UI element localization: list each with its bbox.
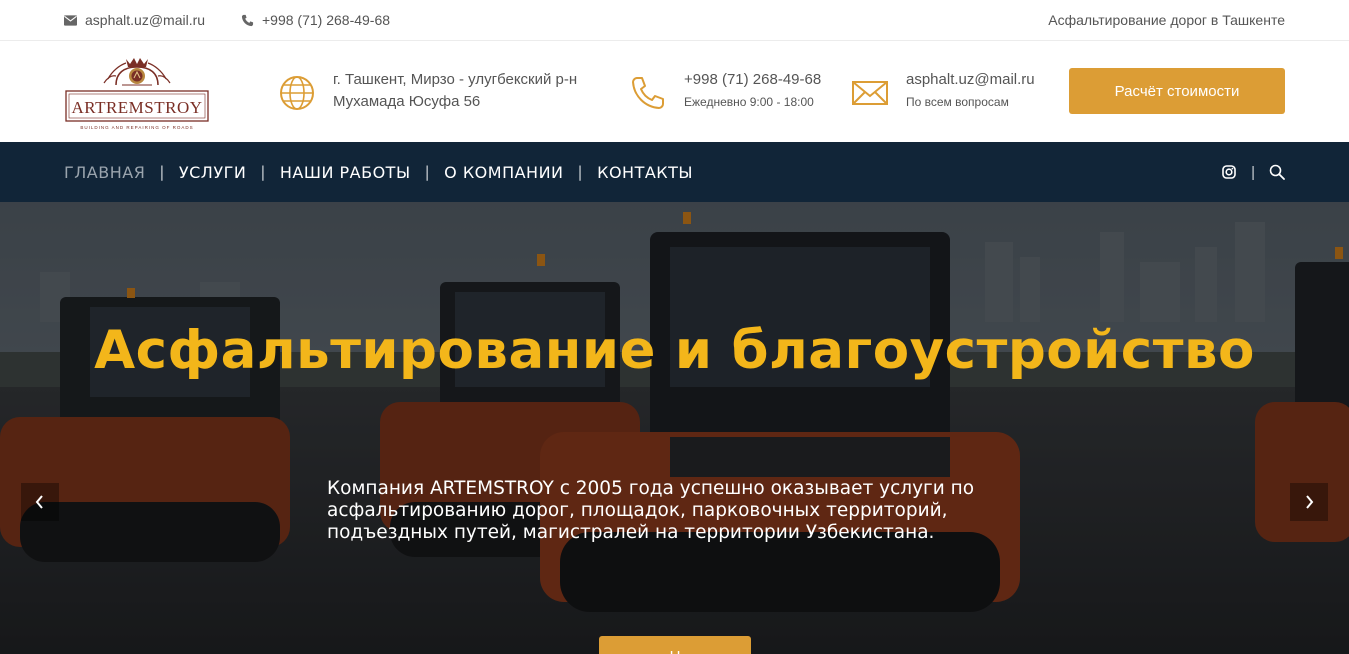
hero-slider: Асфальтирование и благоустройство Компан… xyxy=(0,202,1349,654)
site-logo[interactable]: ARTREMSTROY BUILDING AND REPAIRING OF RO… xyxy=(64,55,210,131)
envelope-icon xyxy=(64,14,77,26)
topbar-phone[interactable]: +998 (71) 268-49-68 xyxy=(241,12,390,28)
hero-description: Компания ARTEMSTROY с 2005 года успешно … xyxy=(327,478,975,543)
nav-item-home[interactable]: ГЛАВНАЯ xyxy=(64,163,145,182)
nav-separator: | xyxy=(260,163,266,181)
topbar-email-text: asphalt.uz@mail.ru xyxy=(85,12,206,28)
globe-icon xyxy=(280,76,314,110)
topbar-email[interactable]: asphalt.uz@mail.ru xyxy=(64,12,205,28)
chevron-left-icon xyxy=(35,495,43,509)
site-header: ARTREMSTROY BUILDING AND REPAIRING OF RO… xyxy=(0,41,1349,142)
slider-prev-button[interactable] xyxy=(21,483,59,521)
hero-action-button[interactable]: Н xyxy=(599,636,751,654)
nav-tools-separator: | xyxy=(1251,163,1255,181)
hero-background-image xyxy=(0,202,1349,654)
header-phone-hours: Ежедневно 9:00 - 18:00 xyxy=(684,95,814,109)
nav-item-about[interactable]: О КОМПАНИИ xyxy=(444,163,563,182)
main-nav: ГЛАВНАЯ | УСЛУГИ | НАШИ РАБОТЫ | О КОМПА… xyxy=(0,142,1349,202)
envelope-outline-icon xyxy=(852,81,888,105)
nav-item-services[interactable]: УСЛУГИ xyxy=(179,163,246,182)
nav-separator: | xyxy=(159,163,165,181)
header-phone[interactable]: +998 (71) 268-49-68 Ежедневно 9:00 - 18:… xyxy=(630,69,821,111)
header-address: г. Ташкент, Мирзо - улугбекский р-н Муха… xyxy=(279,69,577,113)
hero-title: Асфальтирование и благоустройство xyxy=(94,320,1255,381)
topbar-slogan: Асфальтирование дорог в Ташкенте xyxy=(1048,12,1285,28)
artremstroy-logo: ARTREMSTROY BUILDING AND REPAIRING OF RO… xyxy=(65,58,209,130)
logo-tagline: BUILDING AND REPAIRING OF ROADS xyxy=(80,125,193,130)
nav-item-our-works[interactable]: НАШИ РАБОТЫ xyxy=(280,163,411,182)
nav-separator: | xyxy=(424,163,431,181)
instagram-icon[interactable] xyxy=(1221,164,1237,180)
header-mail-note: По всем вопросам xyxy=(906,95,1009,109)
address-line-1: г. Ташкент, Мирзо - улугбекский р-н xyxy=(333,71,578,88)
phone-icon xyxy=(241,14,254,26)
logo-text: ARTREMSTROY xyxy=(71,98,202,117)
nav-item-contacts[interactable]: КОНТАКТЫ xyxy=(597,163,693,182)
chevron-right-icon xyxy=(1306,495,1314,509)
search-icon[interactable] xyxy=(1269,164,1285,180)
header-mail[interactable]: asphalt.uz@mail.ru По всем вопросам xyxy=(852,69,1035,111)
slider-next-button[interactable] xyxy=(1290,483,1328,521)
top-bar: asphalt.uz@mail.ru +998 (71) 268-49-68 А… xyxy=(0,0,1349,41)
phone-handset-icon xyxy=(632,77,664,109)
header-phone-number: +998 (71) 268-49-68 xyxy=(684,71,822,88)
topbar-phone-text: +998 (71) 268-49-68 xyxy=(262,12,391,28)
nav-tools: | xyxy=(1221,142,1285,202)
address-line-2: Мухамада Юсуфа 56 xyxy=(333,93,481,110)
nav-separator: | xyxy=(577,163,584,181)
calculate-cost-button[interactable]: Расчёт стоимости xyxy=(1069,68,1285,114)
header-mail-address: asphalt.uz@mail.ru xyxy=(906,71,1035,88)
